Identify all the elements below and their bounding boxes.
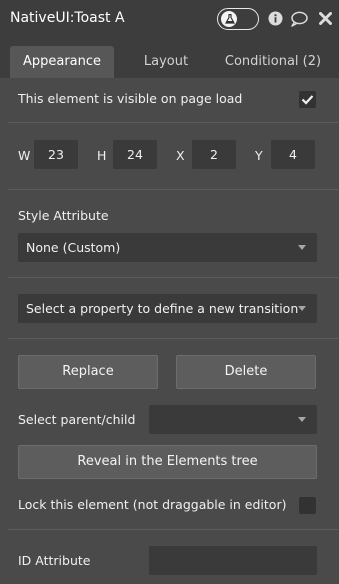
close-icon[interactable] <box>319 12 332 25</box>
title-bar: NativeUI:Toast A <box>0 0 339 38</box>
comment-icon[interactable] <box>290 11 308 27</box>
appearance-panel: This element is visible on page load W 2… <box>0 78 339 584</box>
divider <box>8 277 338 278</box>
height-field[interactable]: 24 <box>113 140 157 169</box>
chevron-down-icon <box>298 306 306 311</box>
width-label: W <box>18 148 31 163</box>
style-attribute-value: None (Custom) <box>26 240 121 255</box>
parent-child-dropdown[interactable] <box>149 405 317 434</box>
lock-element-label: Lock this element (not draggable in edit… <box>18 497 287 512</box>
lock-element-checkbox[interactable] <box>299 497 316 514</box>
visible-on-load-checkbox[interactable] <box>299 91 316 108</box>
tab-bar: Appearance Layout Conditional (2) <box>0 38 339 78</box>
transition-placeholder: Select a property to define a new transi… <box>26 301 299 316</box>
info-icon[interactable] <box>268 11 283 26</box>
checkmark-icon <box>301 95 314 105</box>
style-attribute-label: Style Attribute <box>18 208 109 223</box>
element-title: NativeUI:Toast A <box>10 10 125 26</box>
width-field[interactable]: 23 <box>34 140 78 169</box>
delete-button[interactable]: Delete <box>176 355 316 389</box>
id-attribute-label: ID Attribute <box>18 553 91 568</box>
parent-child-label: Select parent/child <box>18 412 136 427</box>
id-attribute-field[interactable] <box>149 546 317 575</box>
style-attribute-dropdown[interactable]: None (Custom) <box>18 233 317 262</box>
x-field[interactable]: 2 <box>192 140 236 169</box>
visible-on-load-label: This element is visible on page load <box>18 91 243 106</box>
y-label: Y <box>255 148 263 163</box>
toggle-knob <box>221 11 237 27</box>
tab-appearance[interactable]: Appearance <box>10 46 114 78</box>
divider <box>8 529 338 530</box>
chevron-down-icon <box>298 245 306 250</box>
reveal-in-tree-button[interactable]: Reveal in the Elements tree <box>18 445 317 479</box>
divider <box>8 189 338 190</box>
divider <box>8 338 338 339</box>
x-label: X <box>176 148 185 163</box>
transition-dropdown[interactable]: Select a property to define a new transi… <box>18 294 317 323</box>
flask-icon <box>225 14 235 24</box>
tab-conditional[interactable]: Conditional (2) <box>218 46 328 78</box>
y-field[interactable]: 4 <box>271 140 315 169</box>
test-mode-toggle[interactable] <box>217 8 259 30</box>
replace-button[interactable]: Replace <box>18 355 158 389</box>
divider <box>8 122 338 123</box>
height-label: H <box>97 148 107 163</box>
tab-layout[interactable]: Layout <box>124 46 208 78</box>
chevron-down-icon <box>298 417 306 422</box>
